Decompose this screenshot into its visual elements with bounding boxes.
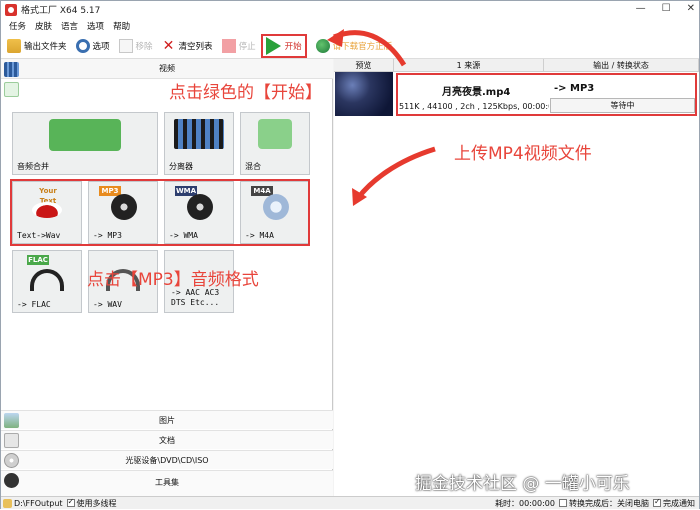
notify-checkbox[interactable] (653, 497, 661, 507)
arrow-head-icon (327, 29, 344, 47)
app-window: 格式工厂 X64 5.17 — ☐ ✕ 任务 皮肤 语言 选项 帮助 输出文件夹… (0, 0, 700, 509)
multithread-checkbox[interactable] (66, 497, 75, 507)
shutdown-label: 转换完成后：关闭电脑 (569, 498, 649, 508)
arrow-to-start (333, 30, 407, 67)
output-path[interactable]: D:\FFOutput (14, 499, 63, 508)
elapsed-time: 耗时：00:00:00 (495, 498, 555, 508)
arrow-to-row (356, 146, 436, 200)
multithread-label: 使用多线程 (76, 498, 117, 508)
folder-icon (3, 498, 12, 508)
annotation-arrows (327, 29, 436, 206)
notify-label: 完成通知 (663, 498, 695, 508)
watermark: 掘金技术社区 @ 一罐小可乐 (415, 474, 630, 494)
shutdown-checkbox[interactable] (559, 499, 567, 507)
status-bar: D:\FFOutput 使用多线程 耗时：00:00:00 转换完成后：关闭电脑… (1, 496, 699, 509)
